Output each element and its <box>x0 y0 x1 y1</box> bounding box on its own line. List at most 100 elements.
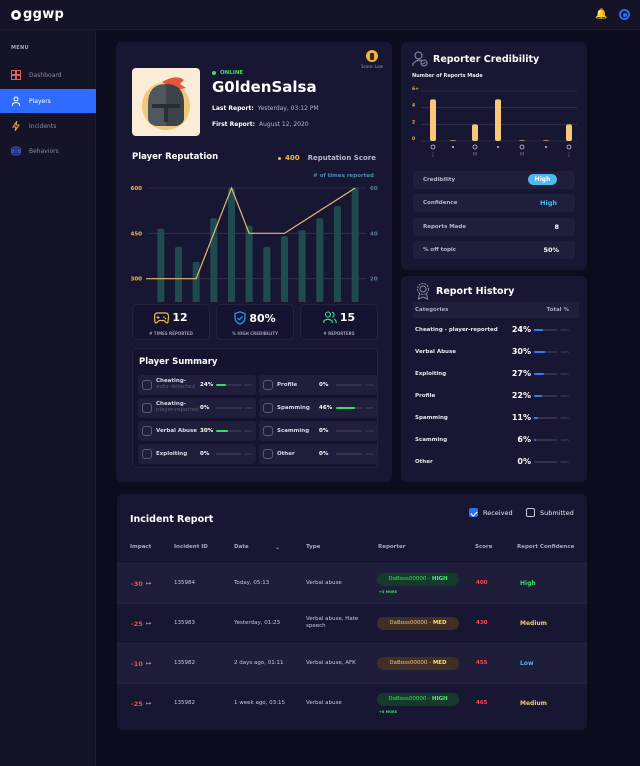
progress-max: 100% <box>365 383 374 387</box>
credibility-row: Credibility High <box>413 171 575 189</box>
header-type[interactable]: Type <box>306 544 320 550</box>
filter-received[interactable]: Received <box>469 508 513 517</box>
header-date[interactable]: Date <box>234 544 249 550</box>
confidence-row: Confidence High <box>413 194 575 212</box>
sort-chevron-icon[interactable]: ⌄ <box>275 544 280 551</box>
summary-item-name: Scamming <box>277 428 310 434</box>
table-row[interactable]: -30 ↦ 135984 Today, 05:13 Verbal abuse DaBoss… <box>117 563 587 603</box>
stat-times-reported: 12 # TIMES REPORTED <box>132 304 210 340</box>
reporter-name: DaBoss00000 <box>389 620 428 626</box>
credibility-subtitle: Number of Reports Made <box>412 73 483 79</box>
sidebar-item-behaviors[interactable]: Behaviors <box>0 139 96 163</box>
progress-max: 100% <box>560 372 569 376</box>
x-marker-ring <box>472 144 478 150</box>
checkbox-received[interactable] <box>469 508 478 517</box>
report-history-card: Report History Categories Total % Cheati… <box>401 276 587 482</box>
more-reporters-link[interactable]: +3 MORE <box>379 590 397 594</box>
table-row[interactable]: -10 ↦ 135982 2 days ago, 01:11 Verbal abuse,… <box>117 643 587 683</box>
summary-item: Verbal Abuse 30% 100% <box>138 421 256 441</box>
progress-bar <box>534 329 557 331</box>
progress-bar <box>336 453 362 455</box>
reputation-bar <box>175 246 182 302</box>
x-tick-label: J <box>567 152 569 158</box>
row-key: Credibility <box>423 177 456 183</box>
incident-id: 135983 <box>174 620 195 626</box>
progress-bar <box>216 453 242 455</box>
filter-submitted[interactable]: Submitted <box>526 508 574 517</box>
sidebar: MENU Dashboard Players Incidents Behavio… <box>0 30 96 766</box>
last-report-value: Yesterday, 03:12 PM <box>257 105 319 112</box>
header-report-confidence[interactable]: Report Confidence <box>517 544 574 550</box>
history-pct: 24% <box>511 325 531 334</box>
reputation-chart: # of times reported1503004506000204060JA… <box>131 173 378 302</box>
exit-icon: ↦ <box>146 620 152 627</box>
sidebar-item-incidents[interactable]: Incidents <box>0 114 96 138</box>
reputation-bar <box>157 228 165 302</box>
incident-report-card: Incident Report Received Submitted Impac… <box>117 494 587 730</box>
logo-icon <box>11 9 21 20</box>
sidebar-item-label: Players <box>29 97 51 105</box>
summary-item-label: Profile <box>277 382 297 388</box>
summary-item: Cheating-player-reported 0% 100% <box>138 398 256 418</box>
table-row[interactable]: -25 ↦ 135982 1 week ago, 03:15 Verbal abuse D… <box>117 683 587 723</box>
progress-bar <box>534 439 557 441</box>
progress-bar <box>534 395 557 397</box>
stat-value: 12 <box>172 311 188 324</box>
status-label: ONLINE <box>220 70 244 76</box>
last-report: Last Report: Yesterday, 03:12 PM <box>212 105 319 112</box>
incident-date: 2 days ago, 01:11 <box>234 660 284 666</box>
exit-icon: ↦ <box>146 700 152 707</box>
settings-icon[interactable] <box>619 9 630 20</box>
reputation-bar <box>351 188 359 302</box>
table-row[interactable]: -25 ↦ 135983 Yesterday, 01:23 Verbal abuse, … <box>117 603 587 643</box>
logo[interactable]: ggwp <box>11 7 64 22</box>
sidebar-item-label: Incidents <box>29 122 57 130</box>
history-pct: 30% <box>511 347 531 356</box>
progress-max: 100% <box>244 406 253 410</box>
history-title: Report History <box>436 286 515 297</box>
online-dot-icon <box>212 71 216 75</box>
progress-fill <box>216 384 226 386</box>
off-topic-row: % off topic 50% <box>413 241 575 259</box>
x-marker-ring <box>519 144 525 150</box>
reporter-badge[interactable]: DaBoss00000 - HIGH <box>377 693 459 706</box>
checkbox-submitted[interactable] <box>526 508 535 517</box>
users-icon <box>323 311 337 324</box>
reporter-badge[interactable]: DaBoss00000 - MED <box>377 657 459 670</box>
progress-max: 100% <box>365 429 374 433</box>
exit-icon: ↦ <box>146 580 152 587</box>
header-incident-id[interactable]: Incident ID <box>174 544 208 550</box>
summary-item-sub: auto-detected <box>156 384 195 390</box>
right-tick-label: 20 <box>370 277 378 283</box>
layers-icon <box>11 146 21 156</box>
reports-bar <box>543 140 549 141</box>
exit-icon: ↦ <box>146 660 152 667</box>
reporter-badge[interactable]: DaBoss00000 - HIGH <box>377 573 459 586</box>
reporter-badge[interactable]: DaBoss00000 - MED <box>377 617 459 630</box>
progress-bar <box>216 384 242 386</box>
reporter-name: DaBoss00000 <box>389 660 428 666</box>
progress-bar <box>216 407 242 409</box>
x-marker-dot <box>452 146 454 148</box>
first-report-value: August 12, 2020 <box>258 121 309 128</box>
helmet-icon <box>366 50 378 62</box>
checkbox-label: Received <box>483 508 513 517</box>
reports-bar <box>472 124 478 141</box>
stat-label: # TIMES REPORTED <box>149 331 193 336</box>
header-impact[interactable]: Impact <box>130 544 151 550</box>
user-check-icon <box>412 51 428 67</box>
bell-icon[interactable]: 🔔 <box>595 9 607 20</box>
history-row: Spamming 11% 100% <box>413 408 579 428</box>
summary-item-pct: 0% <box>200 451 210 457</box>
sidebar-item-dashboard[interactable]: Dashboard <box>0 63 96 87</box>
more-reporters-link[interactable]: +8 MORE <box>379 710 397 714</box>
progress-fill <box>336 407 356 409</box>
impact-value: -25 <box>131 700 143 708</box>
reporter-level: MED <box>432 660 447 666</box>
y-tick-label: 6+ <box>412 86 419 92</box>
summary-item-name: Spamming <box>277 405 310 411</box>
sidebar-item-players[interactable]: Players <box>0 89 96 113</box>
score-badge: Score: Low <box>356 50 388 69</box>
header-score[interactable]: Score <box>475 544 492 550</box>
header-reporter[interactable]: Reporter <box>378 544 405 550</box>
